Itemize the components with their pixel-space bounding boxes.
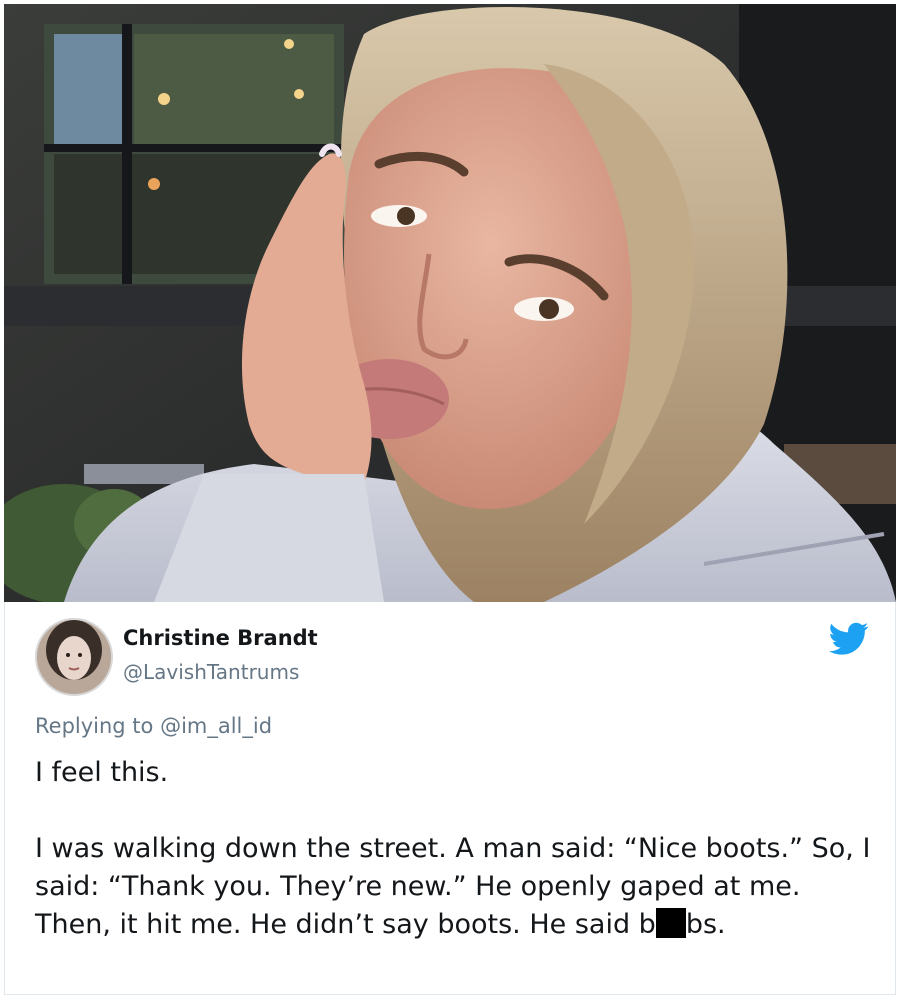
avatar[interactable] <box>35 618 113 696</box>
author-name[interactable]: Christine Brandt <box>123 626 318 650</box>
tweet-paragraph-2-part-2: bs. <box>685 909 726 940</box>
twitter-bird-icon[interactable] <box>829 622 869 656</box>
replying-to[interactable]: Replying to @im_all_id <box>35 714 272 738</box>
redaction-box <box>655 908 686 938</box>
tweet-paragraph-2-part-1: I was walking down the street. A man sai… <box>35 833 871 940</box>
selfie-photo <box>4 4 896 602</box>
tweet-line-1: I feel this. <box>35 757 169 788</box>
author-handle[interactable]: @LavishTantrums <box>123 660 299 684</box>
tweet-card: Christine Brandt @LavishTantrums Replyin… <box>4 602 896 995</box>
avatar-image <box>37 620 111 694</box>
tweet-paragraph-2: I was walking down the street. A man sai… <box>35 830 875 944</box>
tweet-text: I feel this. I was walking down the stre… <box>35 754 875 944</box>
